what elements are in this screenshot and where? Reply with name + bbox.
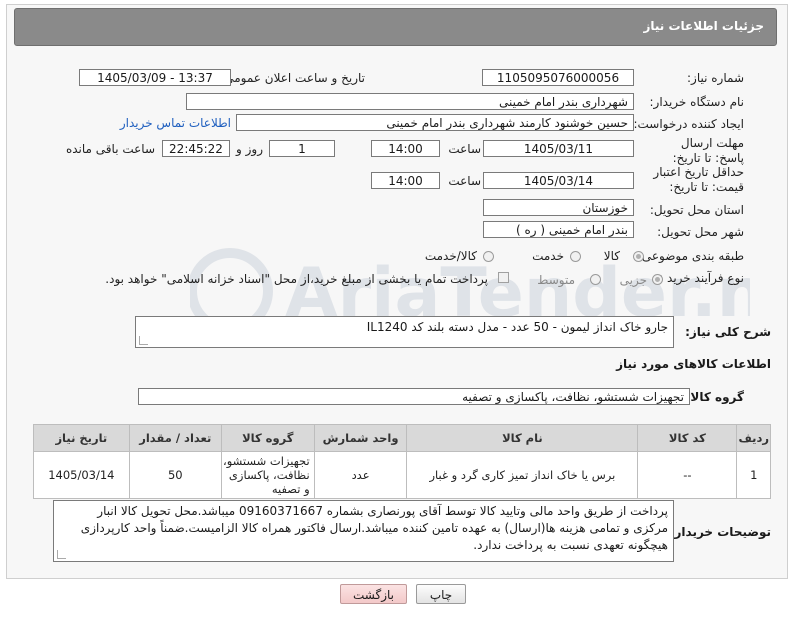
back-button[interactable]: بازگشت [340,584,407,604]
header-bar: جزئیات اطلاعات نیاز [14,8,777,46]
city-label: شهر محل تحویل: [657,225,744,239]
category-both-radio[interactable] [483,251,494,262]
cell-unit: عدد [313,451,408,499]
response-date-field: 1405/03/11 [483,140,634,157]
buyer-notes-text: پرداخت از طریق واحد مالی وتایید کالا توس… [80,504,668,552]
requester-field: حسین خوشنود کارمند شهرداری بندر امام خمی… [236,114,634,131]
buyer-notes-label: توضیحات خریدار: [669,525,771,539]
buyer-contact-link[interactable]: اطلاعات تماس خریدار [120,116,231,130]
category-goods-radio[interactable] [633,251,644,262]
cell-name: برس یا خاک انداز تمیز کاری گرد و غبار [406,451,639,499]
summary-text: جارو خاک انداز لیمون - 50 عدد - مدل دسته… [366,320,668,334]
col-group-header: گروه کالا [220,424,315,452]
price-validity-label: حداقل تاریخ اعتبار قیمت: تا تاریخ: [653,165,744,194]
purchase-type-label: نوع فرآیند خرید : [659,271,744,285]
need-number-field: 1105095076000056 [482,69,634,86]
price-validity-date-field: 1405/03/14 [483,172,634,189]
response-deadline-label: مهلت ارسال پاسخ: تا تاریخ: [672,136,744,165]
cell-group: تجهیزات شستشو، نظافت، پاکسازی و تصفیه [220,451,315,499]
cell-row: 1 [736,451,771,499]
treasury-payment-checkbox[interactable] [498,272,509,283]
purchase-medium-text: متوسط [537,273,575,287]
summary-field: جارو خاک انداز لیمون - 50 عدد - مدل دسته… [135,316,674,348]
response-time-field: 14:00 [371,140,440,157]
category-goods-text: کالا [603,249,620,263]
table-row: 1 -- برس یا خاک انداز تمیز کاری گرد و غب… [33,451,771,499]
purchase-minor-radio[interactable] [652,274,663,285]
col-date-header: تاریخ نیاز [33,424,130,452]
category-service-text: خدمت [532,249,564,263]
announce-datetime-field: 1405/03/09 - 13:37 [79,69,231,86]
resize-grip-icon[interactable] [57,550,66,559]
city-field: بندر امام خمینی ( ره ) [483,221,634,238]
cell-code: -- [637,451,738,499]
requester-label: ایجاد کننده درخواست: [633,117,744,131]
category-service-radio[interactable] [570,251,581,262]
buyer-notes-field: پرداخت از طریق واحد مالی وتایید کالا توس… [53,500,674,562]
category-both-text: کالا/خدمت [424,249,477,263]
province-label: استان محل تحویل: [649,203,744,217]
days-label: روز و [236,142,263,156]
province-field: خوزستان [483,199,634,216]
col-code-header: کد کالا [637,424,738,452]
goods-group-field: تجهیزات شستشو، نظافت، پاکسازی و تصفیه [138,388,690,405]
category-label: طبقه بندی موضوعی: [637,249,744,263]
cell-qty: 50 [128,451,222,499]
buyer-org-field: شهرداری بندر امام خمینی [186,93,634,110]
summary-label: شرح کلی نیاز: [685,325,771,339]
days-remaining-field: 1 [269,140,335,157]
purchase-medium-radio[interactable] [590,274,601,285]
resize-grip-icon[interactable] [139,336,148,345]
col-name-header: نام کالا [406,424,639,452]
price-validity-time-field: 14:00 [371,172,440,189]
purchase-minor-text: جزیی [619,273,647,287]
col-unit-header: واحد شمارش [313,424,408,452]
response-time-label: ساعت [448,142,481,156]
price-validity-time-label: ساعت [448,174,481,188]
col-qty-header: تعداد / مقدار [128,424,222,452]
need-number-label: شماره نیاز: [687,71,744,85]
page-title: جزئیات اطلاعات نیاز [643,19,764,33]
cell-date: 1405/03/14 [33,451,130,499]
table-header-row: ردیف کد کالا نام کالا واحد شمارش گروه کا… [33,424,771,452]
col-row-header: ردیف [736,424,771,452]
goods-section-title: اطلاعات کالاهای مورد نیاز [616,357,771,371]
buyer-org-label: نام دستگاه خریدار: [649,95,745,109]
time-remaining-field: 22:45:22 [162,140,230,157]
goods-group-label: گروه کالا: [685,390,744,404]
announce-datetime-label: تاریخ و ساعت اعلان عمومی: [220,71,365,85]
print-button[interactable]: چاپ [416,584,466,604]
treasury-payment-note: پرداخت تمام یا بخشی از مبلغ خرید،از محل … [105,272,488,286]
items-table: ردیف کد کالا نام کالا واحد شمارش گروه کا… [33,424,771,499]
time-remaining-label: ساعت باقی مانده [65,142,155,156]
